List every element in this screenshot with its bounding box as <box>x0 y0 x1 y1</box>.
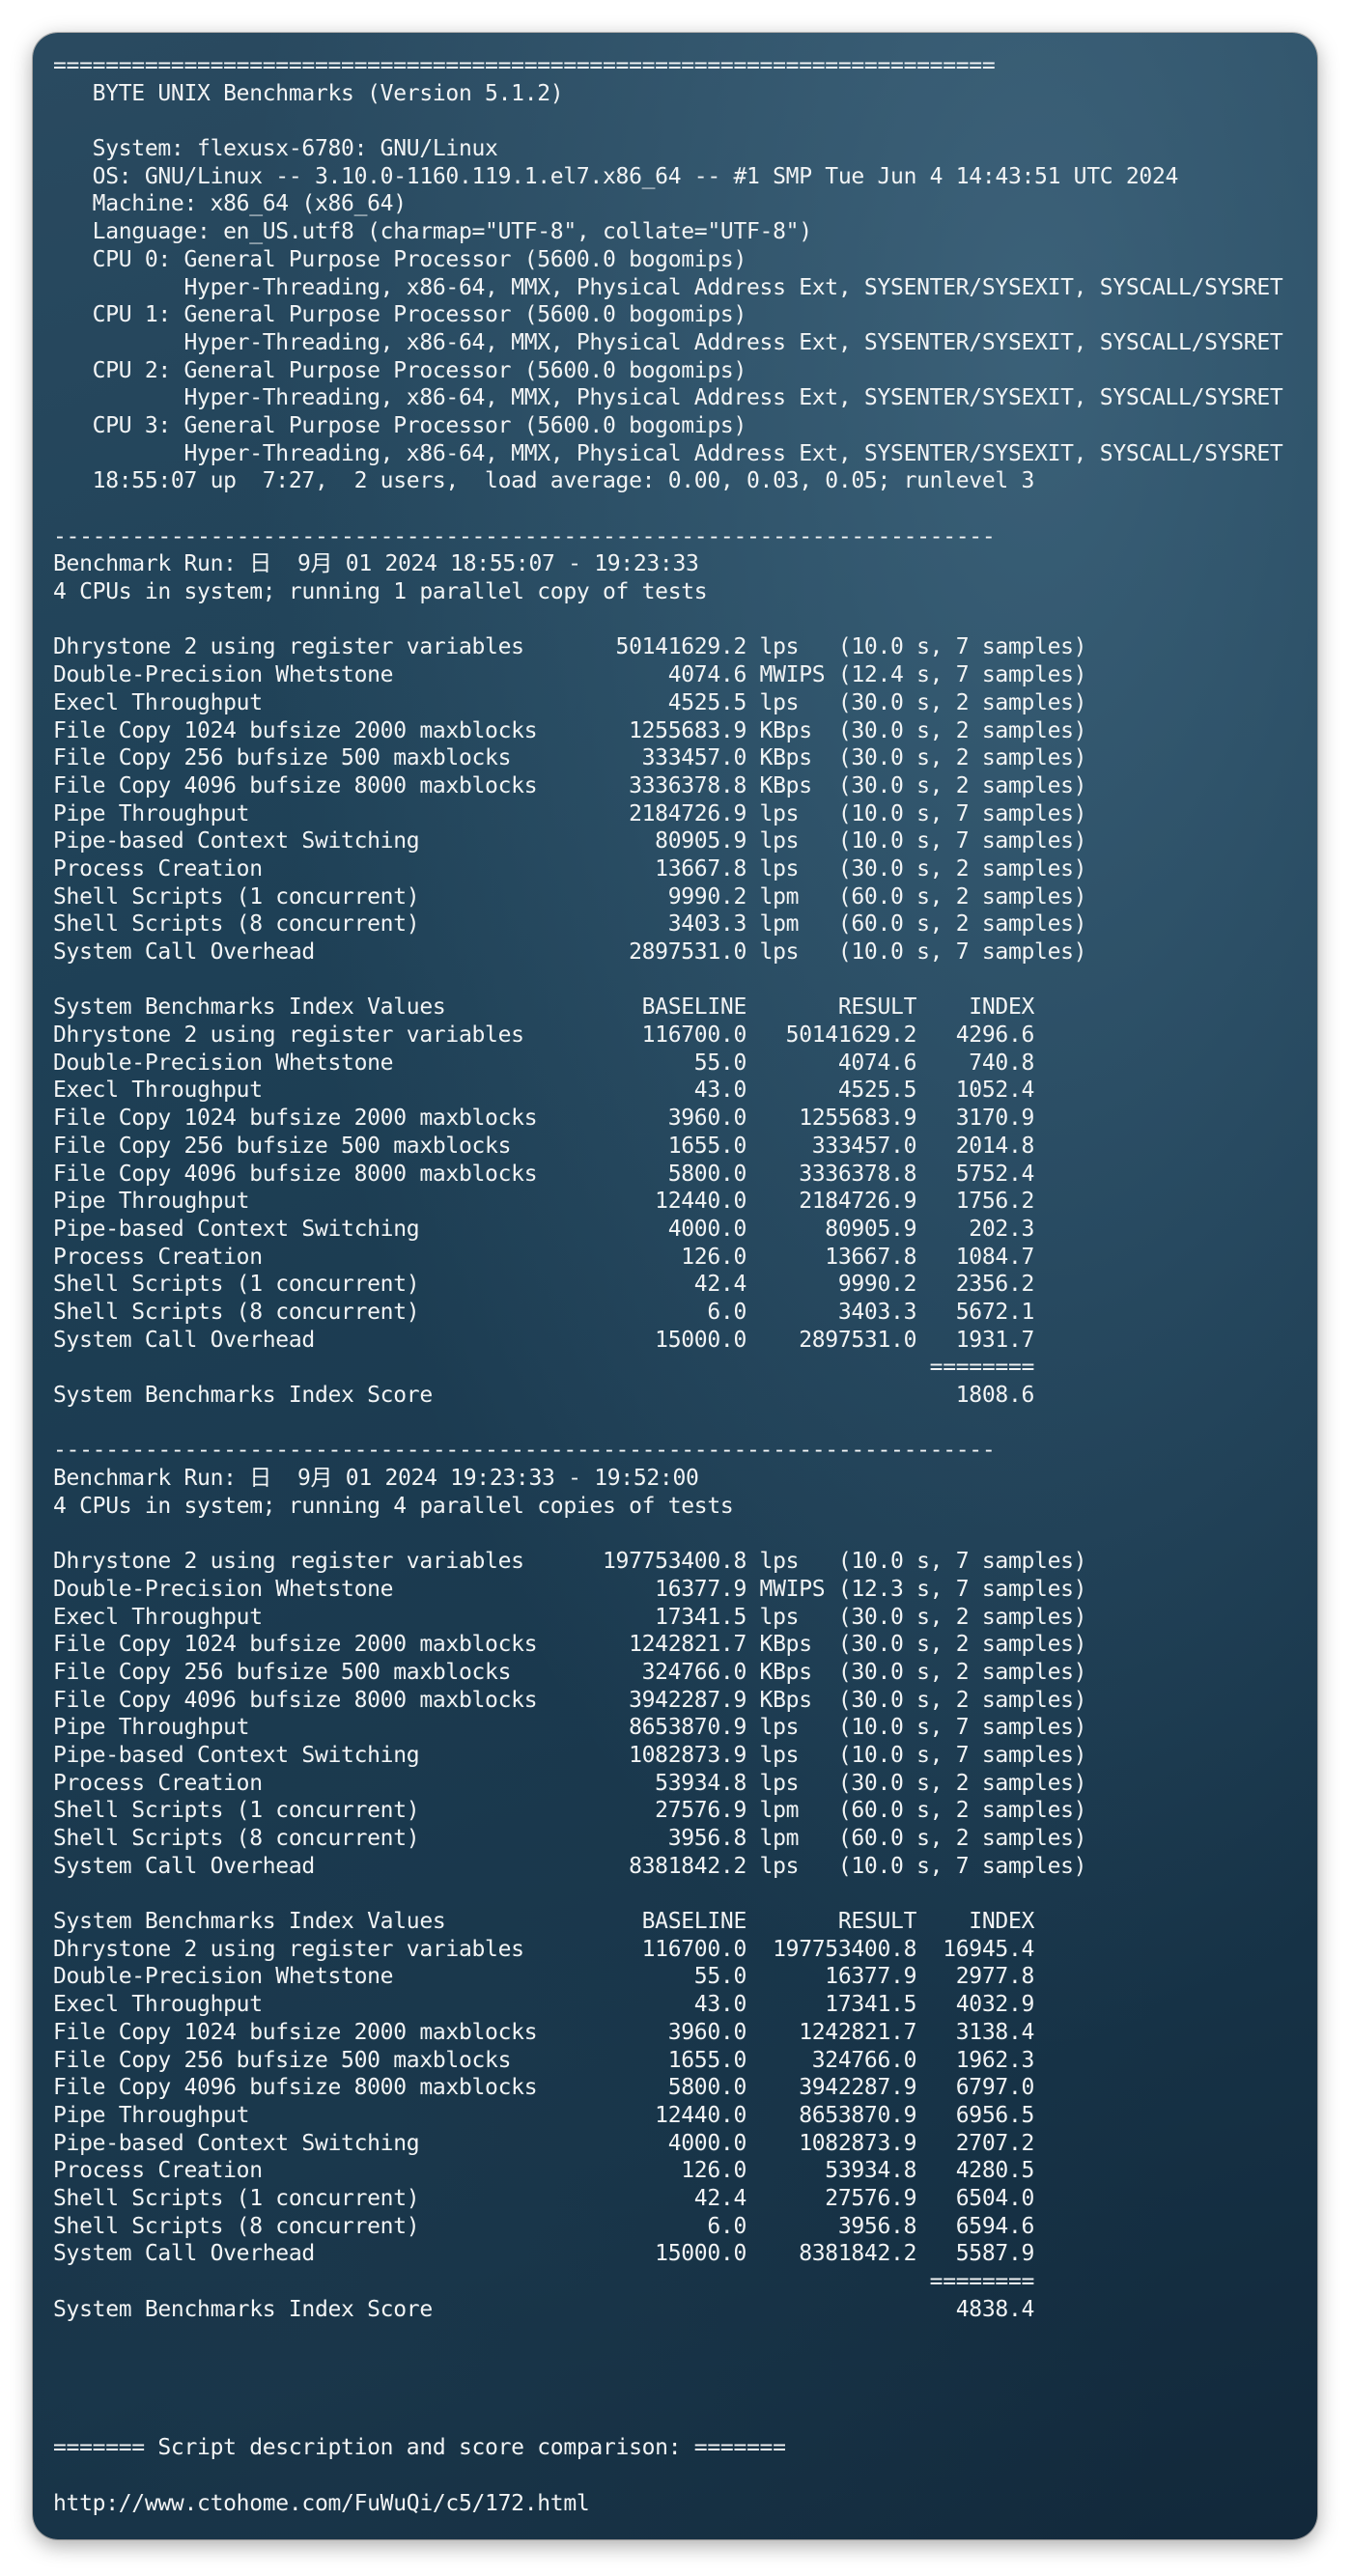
terminal-line: Double-Precision Whetstone 55.0 4074.6 7… <box>53 1050 1035 1076</box>
terminal-line: Pipe Throughput 12440.0 8653870.9 6956.5 <box>53 2102 1035 2128</box>
terminal-line: Execl Throughput 4525.5 lps (30.0 s, 2 s… <box>53 689 1087 715</box>
terminal-line: System Benchmarks Index Score 4838.4 <box>53 2296 1035 2322</box>
terminal-line: CPU 2: General Purpose Processor (5600.0… <box>53 357 747 383</box>
terminal-line: CPU 1: General Purpose Processor (5600.0… <box>53 302 747 328</box>
terminal-line: System Call Overhead 15000.0 8381842.2 5… <box>53 2241 1035 2267</box>
terminal-line: Process Creation 126.0 53934.8 4280.5 <box>53 2158 1035 2184</box>
terminal-line: 4 CPUs in system; running 4 parallel cop… <box>53 1493 734 1519</box>
terminal-line: File Copy 1024 bufsize 2000 maxblocks 12… <box>53 717 1087 743</box>
terminal-line: Pipe-based Context Switching 4000.0 1082… <box>53 2130 1035 2156</box>
terminal-line: File Copy 256 bufsize 500 maxblocks 3247… <box>53 1659 1087 1685</box>
terminal-line: Pipe-based Context Switching 80905.9 lps… <box>53 828 1087 854</box>
terminal-line: File Copy 1024 bufsize 2000 maxblocks 39… <box>53 2019 1035 2045</box>
terminal-line: ======== <box>53 1355 1035 1381</box>
terminal-line: Process Creation 13667.8 lps (30.0 s, 2 … <box>53 855 1087 882</box>
terminal-line: Shell Scripts (8 concurrent) 3956.8 lpm … <box>53 1826 1087 1851</box>
terminal-line: File Copy 256 bufsize 500 maxblocks 1655… <box>53 2047 1035 2073</box>
terminal-line: Hyper-Threading, x86-64, MMX, Physical A… <box>53 329 1283 355</box>
terminal-line: System: flexusx-6780: GNU/Linux <box>53 136 498 162</box>
terminal-line: ======= Script description and score com… <box>53 2435 786 2461</box>
terminal-line: Double-Precision Whetstone 4074.6 MWIPS … <box>53 662 1087 688</box>
terminal-line: File Copy 1024 bufsize 2000 maxblocks 12… <box>53 1632 1087 1658</box>
terminal-line: Pipe Throughput 8653870.9 lps (10.0 s, 7… <box>53 1715 1087 1741</box>
terminal-line: System Benchmarks Index Values BASELINE … <box>53 994 1035 1021</box>
terminal-line: Execl Throughput 43.0 17341.5 4032.9 <box>53 1992 1035 2018</box>
terminal-line: Dhrystone 2 using register variables 116… <box>53 1936 1035 1962</box>
terminal-line: 18:55:07 up 7:27, 2 users, load average:… <box>53 468 1035 494</box>
terminal-line: Shell Scripts (1 concurrent) 27576.9 lpm… <box>53 1798 1087 1824</box>
terminal-line: Double-Precision Whetstone 55.0 16377.9 … <box>53 1964 1035 1990</box>
terminal-line: Pipe Throughput 2184726.9 lps (10.0 s, 7… <box>53 800 1087 826</box>
terminal-line: Double-Precision Whetstone 16377.9 MWIPS… <box>53 1576 1087 1602</box>
terminal-line: Language: en_US.utf8 (charmap="UTF-8", c… <box>53 219 812 245</box>
terminal-line: Benchmark Run: 日 9月 01 2024 18:55:07 - 1… <box>53 551 699 577</box>
terminal-line: File Copy 4096 bufsize 8000 maxblocks 58… <box>53 1161 1035 1187</box>
terminal-line: System Call Overhead 2897531.0 lps (10.0… <box>53 939 1087 965</box>
terminal-line: Dhrystone 2 using register variables 501… <box>53 634 1087 660</box>
terminal-line: Pipe-based Context Switching 4000.0 8090… <box>53 1216 1035 1242</box>
terminal-line: Shell Scripts (8 concurrent) 3403.3 lpm … <box>53 911 1087 938</box>
terminal-line: 4 CPUs in system; running 1 parallel cop… <box>53 579 708 605</box>
terminal-line: Pipe-based Context Switching 1082873.9 l… <box>53 1742 1087 1768</box>
terminal-line: CPU 0: General Purpose Processor (5600.0… <box>53 246 747 272</box>
terminal-line: Dhrystone 2 using register variables 197… <box>53 1549 1087 1575</box>
terminal-line: Shell Scripts (1 concurrent) 42.4 27576.… <box>53 2185 1035 2211</box>
terminal-line: Shell Scripts (1 concurrent) 9990.2 lpm … <box>53 883 1087 910</box>
terminal-line: Dhrystone 2 using register variables 116… <box>53 1022 1035 1049</box>
terminal-line: File Copy 4096 bufsize 8000 maxblocks 39… <box>53 1687 1087 1713</box>
terminal-line: CPU 3: General Purpose Processor (5600.0… <box>53 412 747 438</box>
terminal-line: System Call Overhead 15000.0 2897531.0 1… <box>53 1327 1035 1353</box>
terminal-line: Pipe Throughput 12440.0 2184726.9 1756.2 <box>53 1189 1035 1215</box>
terminal-window: ========================================… <box>33 33 1317 2539</box>
terminal-line: Hyper-Threading, x86-64, MMX, Physical A… <box>53 274 1283 300</box>
terminal-line: System Call Overhead 8381842.2 lps (10.0… <box>53 1853 1087 1879</box>
terminal-line: File Copy 256 bufsize 500 maxblocks 3334… <box>53 745 1087 771</box>
terminal-line: System Benchmarks Index Score 1808.6 <box>53 1383 1035 1408</box>
terminal-line: Execl Throughput 43.0 4525.5 1052.4 <box>53 1078 1035 1104</box>
terminal-line: File Copy 256 bufsize 500 maxblocks 1655… <box>53 1133 1035 1159</box>
terminal-line: Benchmark Run: 日 9月 01 2024 19:23:33 - 1… <box>53 1466 699 1492</box>
terminal-line: ----------------------------------------… <box>53 1438 996 1464</box>
terminal-line: Process Creation 53934.8 lps (30.0 s, 2 … <box>53 1770 1087 1796</box>
terminal-line: Machine: x86_64 (x86_64) <box>53 191 407 217</box>
terminal-line: System Benchmarks Index Values BASELINE … <box>53 1909 1035 1935</box>
terminal-output: ========================================… <box>53 52 1283 2517</box>
terminal-line: File Copy 4096 bufsize 8000 maxblocks 58… <box>53 2075 1035 2101</box>
terminal-line: Hyper-Threading, x86-64, MMX, Physical A… <box>53 440 1283 466</box>
terminal-line: BYTE UNIX Benchmarks (Version 5.1.2) <box>53 80 564 106</box>
terminal-line: File Copy 1024 bufsize 2000 maxblocks 39… <box>53 1106 1035 1132</box>
terminal-line: ========================================… <box>53 53 996 78</box>
terminal-line: ----------------------------------------… <box>53 523 996 549</box>
terminal-line: Shell Scripts (8 concurrent) 6.0 3403.3 … <box>53 1299 1035 1325</box>
terminal-line: Execl Throughput 17341.5 lps (30.0 s, 2 … <box>53 1604 1087 1630</box>
terminal-line: Shell Scripts (1 concurrent) 42.4 9990.2… <box>53 1272 1035 1298</box>
terminal-line: File Copy 4096 bufsize 8000 maxblocks 33… <box>53 772 1087 798</box>
terminal-line: http://www.ctohome.com/FuWuQi/c5/172.htm… <box>53 2490 590 2516</box>
terminal-line: Hyper-Threading, x86-64, MMX, Physical A… <box>53 385 1283 411</box>
terminal-line: Process Creation 126.0 13667.8 1084.7 <box>53 1244 1035 1270</box>
terminal-line: Shell Scripts (8 concurrent) 6.0 3956.8 … <box>53 2213 1035 2239</box>
terminal-line: OS: GNU/Linux -- 3.10.0-1160.119.1.el7.x… <box>53 163 1179 189</box>
terminal-line: ======== <box>53 2269 1035 2294</box>
